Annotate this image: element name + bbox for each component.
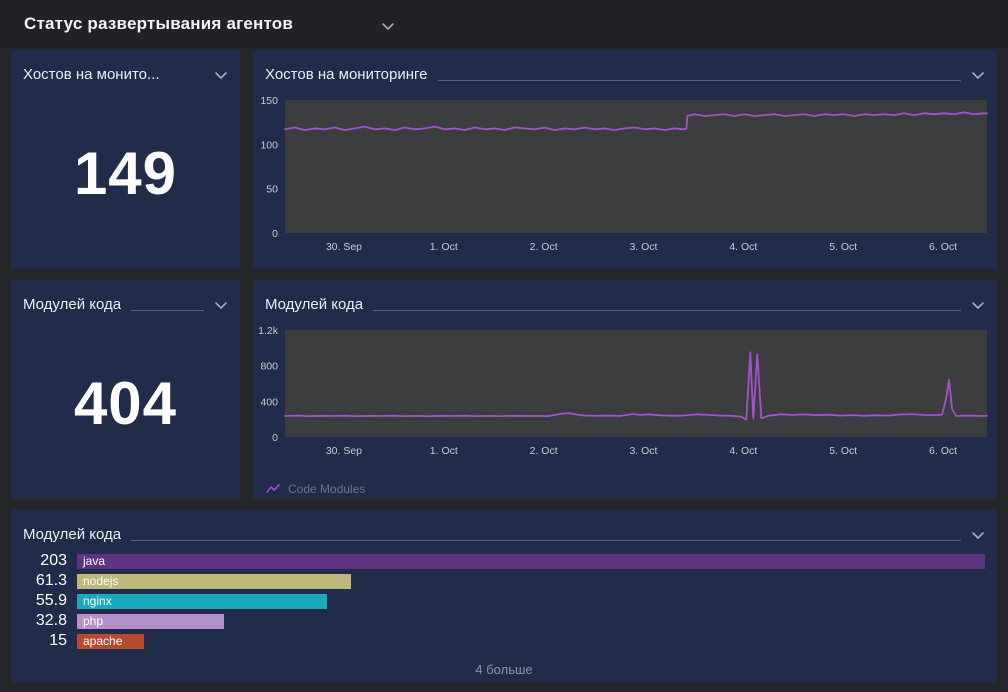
bar-track: java bbox=[77, 554, 985, 569]
x-tick-label: 3. Oct bbox=[629, 445, 657, 457]
x-tick-label: 6. Oct bbox=[929, 241, 957, 253]
panel-title[interactable]: Модулей кода bbox=[265, 296, 363, 313]
panel-header: Хостов на мониторинге bbox=[253, 50, 997, 88]
panel-hosts-chart: Хостов на мониторинге 0 50 100 150 30. Sep 1.… bbox=[253, 50, 997, 269]
panel-modules-bars: Модулей кода 203 java 61.3 nodejs 55.9 nginx 3… bbox=[11, 510, 997, 682]
panel-title[interactable]: Модулей кода bbox=[23, 296, 121, 313]
chevron-down-icon[interactable] bbox=[381, 22, 395, 31]
x-tick-label: 1. Oct bbox=[430, 241, 458, 253]
x-tick-label: 5. Oct bbox=[829, 445, 857, 457]
panel-modules-chart: Модулей кода 0 400 800 1.2k 30. Sep 1. Oct 2. … bbox=[253, 280, 997, 499]
y-tick-label: 150 bbox=[260, 95, 278, 107]
x-tick-label: 1. Oct bbox=[430, 445, 458, 457]
y-tick-label: 1.2k bbox=[258, 325, 279, 337]
legend-item-code-modules[interactable]: Code Modules bbox=[266, 482, 365, 496]
x-tick-label: 3. Oct bbox=[629, 241, 657, 253]
bar-row-nodejs: 61.3 nodejs bbox=[23, 571, 985, 591]
bar-label: nginx bbox=[83, 594, 112, 608]
bars-more-label: 4 больше bbox=[11, 662, 997, 677]
dashboard-header: Статус развертывания агентов bbox=[0, 0, 1008, 48]
hosts-timeseries-chart[interactable]: 0 50 100 150 30. Sep 1. Oct 2. Oct 3. Oct 4. Oct… bbox=[253, 88, 997, 269]
panel-header: Модулей кода bbox=[253, 280, 997, 318]
bar-fill: java bbox=[77, 554, 985, 569]
bar-value: 55.9 bbox=[23, 592, 67, 610]
bar-fill: apache bbox=[77, 634, 144, 649]
y-tick-label: 0 bbox=[272, 432, 278, 444]
dashboard-title[interactable]: Статус развертывания агентов bbox=[24, 14, 293, 34]
panel-title[interactable]: Хостов на монито... bbox=[23, 66, 160, 83]
bar-label: java bbox=[83, 554, 105, 568]
title-rule bbox=[373, 310, 961, 311]
bar-fill: nodejs bbox=[77, 574, 351, 589]
x-tick-label: 5. Oct bbox=[829, 241, 857, 253]
stat-body: 149 bbox=[11, 88, 240, 269]
chevron-down-icon[interactable] bbox=[971, 301, 985, 310]
chevron-down-icon[interactable] bbox=[971, 71, 985, 80]
bar-value: 32.8 bbox=[23, 612, 67, 630]
y-tick-label: 100 bbox=[260, 139, 278, 151]
panel-header: Модулей кода bbox=[11, 510, 997, 548]
bar-label: php bbox=[83, 614, 103, 628]
bar-value: 203 bbox=[23, 552, 67, 570]
bar-label: nodejs bbox=[83, 574, 118, 588]
x-tick-label: 30. Sep bbox=[326, 445, 362, 457]
plot-area[interactable] bbox=[285, 330, 987, 437]
bar-row-php: 32.8 php bbox=[23, 611, 985, 631]
bar-track: nginx bbox=[77, 594, 985, 609]
chevron-down-icon[interactable] bbox=[971, 531, 985, 540]
chevron-down-icon[interactable] bbox=[214, 301, 228, 310]
chart-legend: Code Modules bbox=[253, 474, 997, 499]
bar-row-java: 203 java bbox=[23, 551, 985, 571]
x-tick-label: 30. Sep bbox=[326, 241, 362, 253]
y-tick-label: 0 bbox=[272, 228, 278, 240]
bar-value: 61.3 bbox=[23, 572, 67, 590]
bar-row-apache: 15 apache bbox=[23, 631, 985, 651]
bar-fill: php bbox=[77, 614, 224, 629]
modules-timeseries-chart[interactable]: 0 400 800 1.2k 30. Sep 1. Oct 2. Oct 3. Oct 4. O… bbox=[253, 318, 997, 469]
title-rule bbox=[438, 80, 961, 81]
dashboard-body: Хостов на монито... 149 Хостов на монито… bbox=[0, 48, 1008, 682]
plot-area[interactable] bbox=[285, 100, 987, 233]
stat-value: 404 bbox=[74, 369, 177, 438]
x-tick-label: 2. Oct bbox=[530, 241, 558, 253]
panel-modules-stat: Модулей кода 404 bbox=[11, 280, 240, 499]
panel-header: Хостов на монито... bbox=[11, 50, 240, 88]
x-tick-label: 4. Oct bbox=[729, 241, 757, 253]
title-rule bbox=[131, 540, 961, 541]
y-tick-label: 400 bbox=[260, 396, 278, 408]
dashboard: Статус развертывания агентов Хостов на м… bbox=[0, 0, 1008, 692]
bar-chart: 203 java 61.3 nodejs 55.9 nginx 32.8 php 15 apach… bbox=[11, 548, 997, 651]
panel-title[interactable]: Модулей кода bbox=[23, 526, 121, 543]
line-series-icon bbox=[266, 483, 281, 495]
stat-value: 149 bbox=[74, 139, 177, 208]
chevron-down-icon[interactable] bbox=[214, 71, 228, 80]
y-tick-label: 50 bbox=[266, 184, 278, 196]
title-rule bbox=[131, 310, 204, 311]
bar-track: php bbox=[77, 614, 985, 629]
x-tick-label: 2. Oct bbox=[530, 445, 558, 457]
x-tick-label: 6. Oct bbox=[929, 445, 957, 457]
bar-label: apache bbox=[83, 634, 122, 648]
panel-title[interactable]: Хостов на мониторинге bbox=[265, 66, 428, 83]
panel-hosts-stat: Хостов на монито... 149 bbox=[11, 50, 240, 269]
bar-fill: nginx bbox=[77, 594, 327, 609]
bar-track: apache bbox=[77, 634, 985, 649]
bar-value: 15 bbox=[23, 632, 67, 650]
stat-body: 404 bbox=[11, 318, 240, 499]
x-tick-label: 4. Oct bbox=[729, 445, 757, 457]
bar-track: nodejs bbox=[77, 574, 985, 589]
y-tick-label: 800 bbox=[260, 361, 278, 373]
panel-header: Модулей кода bbox=[11, 280, 240, 318]
legend-label: Code Modules bbox=[288, 482, 365, 496]
bar-row-nginx: 55.9 nginx bbox=[23, 591, 985, 611]
